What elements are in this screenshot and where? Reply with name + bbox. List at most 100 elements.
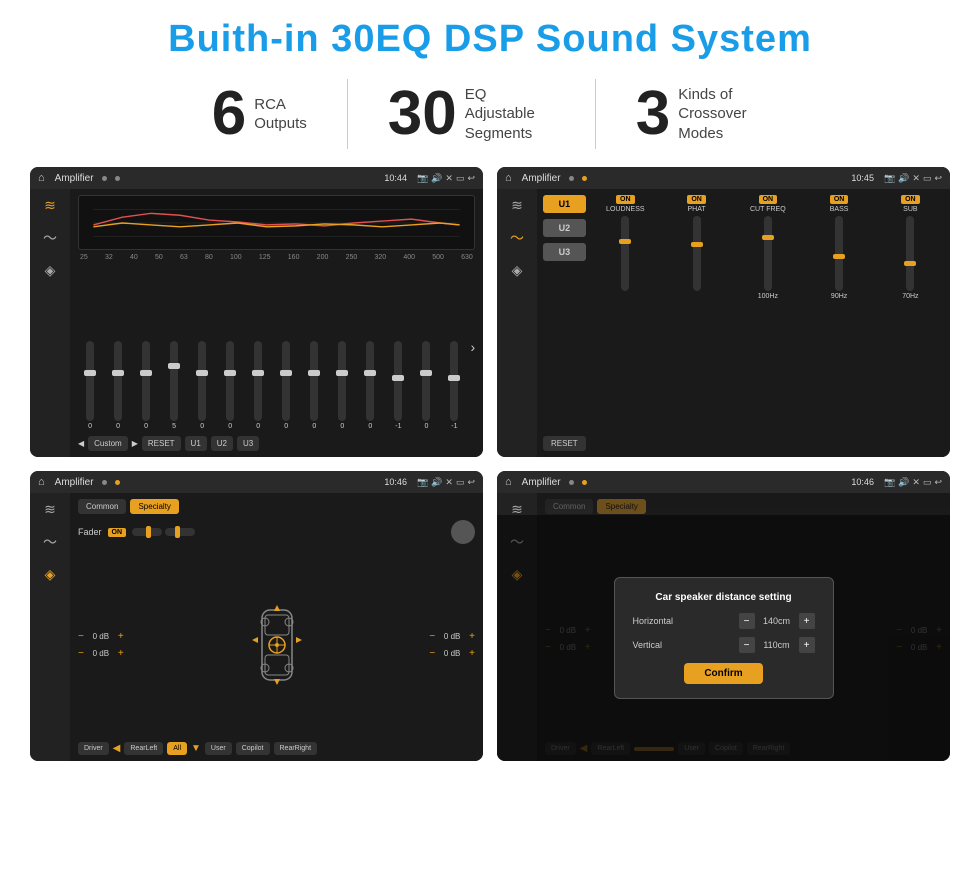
rect-icon: ▭ bbox=[456, 173, 465, 184]
copilot-btn[interactable]: Copilot bbox=[236, 742, 270, 755]
dialog-status-icons: 📷 🔊 ✕ ▭ ↩ bbox=[884, 477, 942, 488]
vertical-minus-btn[interactable]: − bbox=[739, 637, 755, 653]
crossover-right: ON LOUDNESS ON PHAT ON CUT FREQ bbox=[592, 195, 944, 451]
crossover-screen-card: ⌂ Amplifier 10:45 📷 🔊 ✕ ▭ ↩ ≋ 〜 ◈ bbox=[497, 167, 950, 457]
cutfreq-slider[interactable] bbox=[764, 216, 772, 291]
common-tab-2: Common bbox=[545, 499, 593, 514]
fader-plus-2[interactable]: + bbox=[118, 648, 124, 659]
sub-slider[interactable] bbox=[906, 216, 914, 291]
specialty-tab[interactable]: Specialty bbox=[130, 499, 178, 514]
dialog-status-time: 10:46 bbox=[851, 477, 874, 487]
eq-icon-2[interactable]: ≋ bbox=[511, 197, 523, 214]
fader-down-arrow[interactable]: ▼ bbox=[191, 743, 201, 754]
speaker-icon-2[interactable]: ◈ bbox=[512, 262, 523, 279]
back-icon-2: ↩ bbox=[934, 173, 942, 184]
status-dot-2 bbox=[115, 176, 120, 181]
volume-icon-3: 🔊 bbox=[431, 477, 442, 488]
wave-icon-2[interactable]: 〜 bbox=[510, 228, 524, 248]
fader-plus-3[interactable]: + bbox=[469, 631, 475, 642]
loudness-slider[interactable] bbox=[621, 216, 629, 291]
eq-screen-title: Amplifier bbox=[55, 173, 94, 184]
u3-btn[interactable]: U3 bbox=[237, 436, 259, 451]
eq-icon[interactable]: ≋ bbox=[44, 197, 56, 214]
camera-icon-3: 📷 bbox=[417, 477, 428, 488]
driver-btn[interactable]: Driver bbox=[78, 742, 109, 755]
dialog-status-bar: ⌂ Amplifier 10:46 📷 🔊 ✕ ▭ ↩ bbox=[497, 471, 950, 493]
fader-area: Common Specialty Fader ON bbox=[70, 493, 483, 761]
fader-minus-1[interactable]: − bbox=[78, 631, 84, 642]
bass-slider[interactable] bbox=[835, 216, 843, 291]
stat-rca: 6 RCA Outputs bbox=[172, 83, 347, 145]
speaker-icon-3[interactable]: ◈ bbox=[45, 566, 56, 583]
screens-grid: ⌂ Amplifier 10:44 📷 🔊 ✕ ▭ ↩ ≋ 〜 ◈ bbox=[30, 167, 950, 761]
u2-btn[interactable]: U2 bbox=[211, 436, 233, 451]
crossover-status-icons: 📷 🔊 ✕ ▭ ↩ bbox=[884, 173, 942, 184]
vertical-plus-btn[interactable]: + bbox=[799, 637, 815, 653]
prev-btn[interactable]: ◀ bbox=[78, 439, 84, 448]
eq-screen-card: ⌂ Amplifier 10:44 📷 🔊 ✕ ▭ ↩ ≋ 〜 ◈ bbox=[30, 167, 483, 457]
rearright-btn[interactable]: RearRight bbox=[274, 742, 318, 755]
rearleft-btn[interactable]: RearLeft bbox=[124, 742, 163, 755]
status-dot-7 bbox=[569, 480, 574, 485]
wave-icon[interactable]: 〜 bbox=[43, 228, 57, 248]
back-icon: ↩ bbox=[467, 173, 475, 184]
speaker-distance-dialog: Car speaker distance setting Horizontal … bbox=[614, 577, 834, 699]
camera-icon-4: 📷 bbox=[884, 477, 895, 488]
next-btn[interactable]: ▶ bbox=[132, 439, 138, 448]
bass-val: 90Hz bbox=[831, 293, 847, 300]
horizontal-ctrl: − 140cm + bbox=[739, 613, 815, 629]
fader-db-val-3: 0 dB bbox=[439, 632, 465, 641]
fader-right-col: − 0 dB + − 0 dB + bbox=[429, 631, 475, 659]
cutfreq-val: 100Hz bbox=[758, 293, 778, 300]
crossover-status-time: 10:45 bbox=[851, 173, 874, 183]
fader-screen-title: Amplifier bbox=[55, 477, 94, 488]
x-icon-2: ✕ bbox=[912, 173, 920, 184]
crossover-left: U1 U2 U3 RESET bbox=[543, 195, 586, 451]
back-icon-3: ↩ bbox=[467, 477, 475, 488]
fader-minus-3[interactable]: − bbox=[429, 631, 435, 642]
fader-bottom: Driver ◀ RearLeft All ▼ User Copilot Rea… bbox=[78, 742, 475, 755]
reset-btn-eq[interactable]: RESET bbox=[142, 436, 181, 451]
horizontal-minus-btn[interactable]: − bbox=[739, 613, 755, 629]
eq-slider-5: 0 bbox=[190, 341, 214, 430]
stat-number-crossover: 3 bbox=[636, 83, 670, 145]
stat-text-crossover: Kinds of Crossover Modes bbox=[678, 85, 768, 144]
u1-cross-btn[interactable]: U1 bbox=[543, 195, 586, 213]
u3-cross-btn[interactable]: U3 bbox=[543, 243, 586, 261]
vertical-row: Vertical − 110cm + bbox=[633, 637, 815, 653]
common-tab[interactable]: Common bbox=[78, 499, 126, 514]
sub-on: ON bbox=[901, 195, 920, 204]
stat-number-eq: 30 bbox=[388, 83, 457, 145]
crossover-side-icons: ≋ 〜 ◈ bbox=[497, 189, 537, 457]
fader-sliders-h bbox=[132, 528, 195, 536]
volume-icon-4: 🔊 bbox=[898, 477, 909, 488]
fader-plus-4[interactable]: + bbox=[469, 648, 475, 659]
fader-plus-1[interactable]: + bbox=[118, 631, 124, 642]
page-container: Buith-in 30EQ DSP Sound System 6 RCA Out… bbox=[0, 0, 980, 881]
specialty-tab-2: Specialty bbox=[597, 499, 645, 514]
u1-btn[interactable]: U1 bbox=[185, 436, 207, 451]
fader-status-bar: ⌂ Amplifier 10:46 📷 🔊 ✕ ▭ ↩ bbox=[30, 471, 483, 493]
wave-icon-3[interactable]: 〜 bbox=[43, 532, 57, 552]
fader-minus-4[interactable]: − bbox=[429, 648, 435, 659]
x-icon: ✕ bbox=[445, 173, 453, 184]
dialog-title: Car speaker distance setting bbox=[633, 592, 815, 603]
home-icon-2: ⌂ bbox=[505, 172, 512, 184]
eq-icon-3[interactable]: ≋ bbox=[44, 501, 56, 518]
fader-tabs: Common Specialty bbox=[78, 499, 475, 514]
status-dot-5 bbox=[102, 480, 107, 485]
phat-slider[interactable] bbox=[693, 216, 701, 291]
speaker-icon[interactable]: ◈ bbox=[45, 262, 56, 279]
custom-btn[interactable]: Custom bbox=[88, 436, 128, 451]
horizontal-plus-btn[interactable]: + bbox=[799, 613, 815, 629]
eq-arrow-right[interactable]: › bbox=[470, 339, 475, 355]
sub-label: SUB bbox=[903, 206, 917, 213]
u2-cross-btn[interactable]: U2 bbox=[543, 219, 586, 237]
fader-db-row-4: − 0 dB + bbox=[429, 648, 475, 659]
user-btn[interactable]: User bbox=[205, 742, 232, 755]
reset-cross-btn[interactable]: RESET bbox=[543, 436, 586, 451]
all-btn[interactable]: All bbox=[167, 742, 187, 755]
confirm-button[interactable]: Confirm bbox=[684, 663, 762, 684]
fader-minus-2[interactable]: − bbox=[78, 648, 84, 659]
fader-left-arrow[interactable]: ◀ bbox=[113, 743, 121, 754]
